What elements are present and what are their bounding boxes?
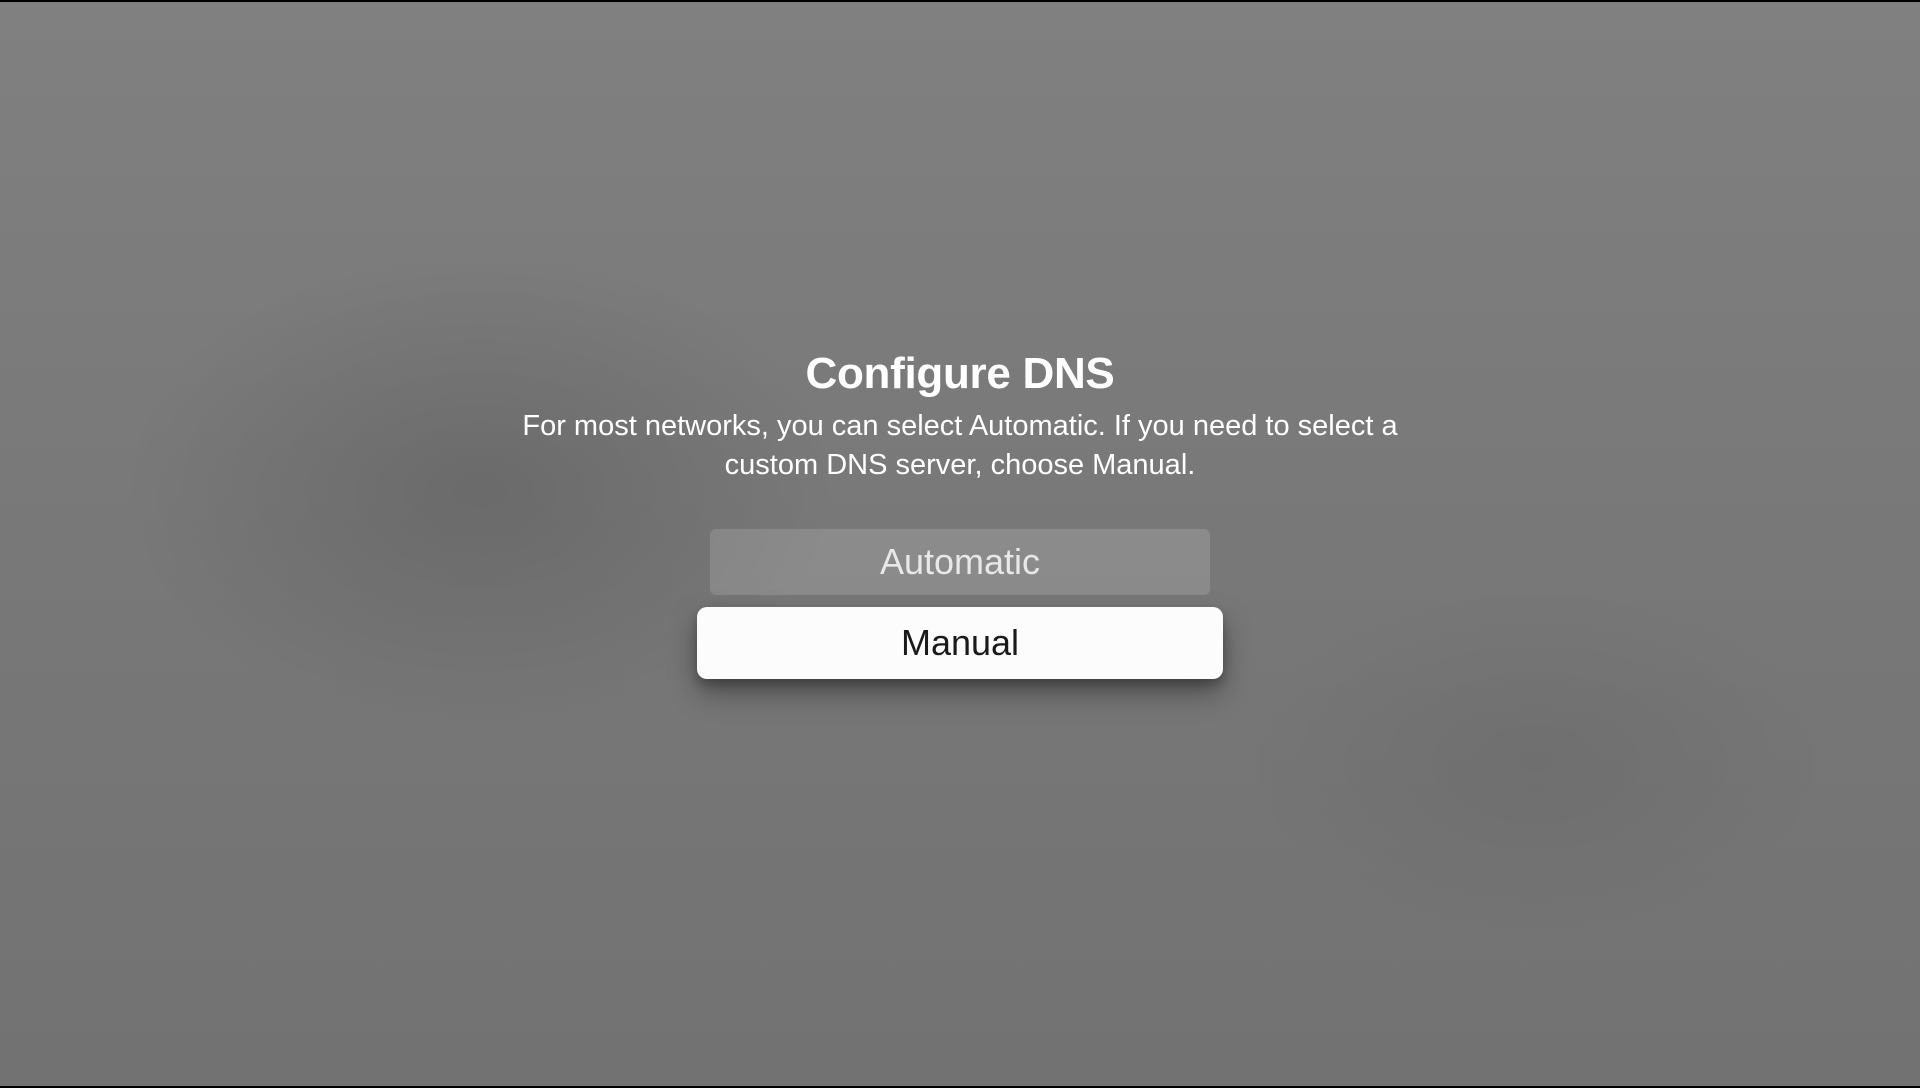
option-automatic[interactable]: Automatic	[710, 529, 1210, 595]
dialog-title: Configure DNS	[806, 349, 1115, 399]
dialog-subtitle: For most networks, you can select Automa…	[510, 407, 1410, 485]
configure-dns-dialog: Configure DNS For most networks, you can…	[510, 349, 1410, 679]
option-manual[interactable]: Manual	[697, 607, 1223, 679]
